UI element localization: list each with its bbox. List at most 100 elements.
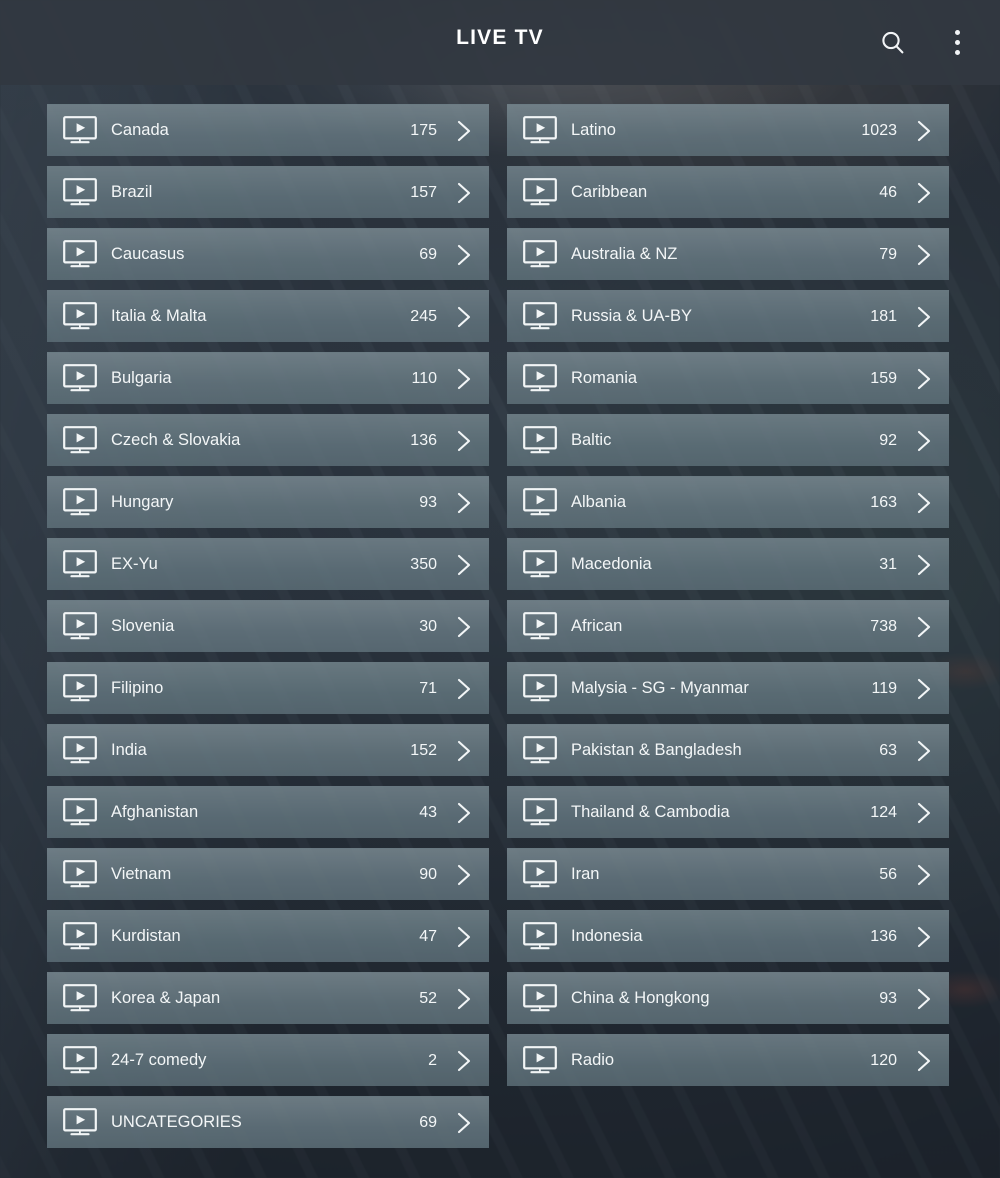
chevron-right-icon[interactable] <box>453 303 475 331</box>
search-button[interactable] <box>872 22 914 64</box>
chevron-right-icon[interactable] <box>453 675 475 703</box>
chevron-right-icon[interactable] <box>453 179 475 207</box>
page-title: LIVE TV <box>456 26 544 49</box>
chevron-right-icon[interactable] <box>913 737 935 765</box>
chevron-right-icon[interactable] <box>913 427 935 455</box>
category-row[interactable]: Caucasus 69 <box>47 228 489 280</box>
category-channel-count: 93 <box>879 989 897 1007</box>
chevron-right-icon[interactable] <box>453 365 475 393</box>
category-row[interactable]: Albania 163 <box>507 476 949 528</box>
category-row[interactable]: Pakistan & Bangladesh 63 <box>507 724 949 776</box>
chevron-right-icon[interactable] <box>453 489 475 517</box>
category-row[interactable]: Russia & UA-BY 181 <box>507 290 949 342</box>
category-row[interactable]: Australia & NZ 79 <box>507 228 949 280</box>
category-channel-count: 119 <box>871 679 897 697</box>
app-bar-actions <box>872 0 984 85</box>
chevron-right-icon[interactable] <box>453 861 475 889</box>
category-row[interactable]: Bulgaria 110 <box>47 352 489 404</box>
category-row[interactable]: African 738 <box>507 600 949 652</box>
chevron-right-icon[interactable] <box>913 365 935 393</box>
tv-play-icon <box>63 921 97 949</box>
category-row[interactable]: India 152 <box>47 724 489 776</box>
category-row[interactable]: 24-7 comedy 2 <box>47 1034 489 1086</box>
category-row[interactable]: Caribbean 46 <box>507 166 949 218</box>
chevron-right-icon[interactable] <box>913 489 935 517</box>
category-row[interactable]: Romania 159 <box>507 352 949 404</box>
chevron-right-icon[interactable] <box>913 923 935 951</box>
chevron-right-icon[interactable] <box>453 799 475 827</box>
tv-play-icon <box>63 487 97 515</box>
chevron-right-icon[interactable] <box>453 737 475 765</box>
category-row[interactable]: Iran 56 <box>507 848 949 900</box>
category-name: UNCATEGORIES <box>111 1113 242 1131</box>
tv-play-icon <box>523 859 557 887</box>
category-row[interactable]: Thailand & Cambodia 124 <box>507 786 949 838</box>
category-channel-count: 2 <box>428 1051 437 1069</box>
chevron-right-icon[interactable] <box>913 675 935 703</box>
category-name: Latino <box>571 121 616 139</box>
category-name: EX-Yu <box>111 555 158 573</box>
category-channel-count: 152 <box>410 741 437 759</box>
tv-play-icon <box>523 611 557 639</box>
chevron-right-icon[interactable] <box>453 1109 475 1137</box>
tv-play-icon <box>523 177 557 205</box>
category-row[interactable]: Indonesia 136 <box>507 910 949 962</box>
chevron-right-icon[interactable] <box>913 117 935 145</box>
category-channel-count: 46 <box>879 183 897 201</box>
category-channel-count: 159 <box>870 369 897 387</box>
chevron-right-icon[interactable] <box>913 179 935 207</box>
category-row[interactable]: Brazil 157 <box>47 166 489 218</box>
chevron-right-icon[interactable] <box>453 923 475 951</box>
category-row[interactable]: UNCATEGORIES 69 <box>47 1096 489 1148</box>
category-row[interactable]: Czech & Slovakia 136 <box>47 414 489 466</box>
category-row[interactable]: Kurdistan 47 <box>47 910 489 962</box>
category-column-right: Latino 1023 Caribbean 46 Australia & NZ … <box>507 104 949 1178</box>
chevron-right-icon[interactable] <box>913 551 935 579</box>
category-name: Caucasus <box>111 245 185 263</box>
category-row[interactable]: Macedonia 31 <box>507 538 949 590</box>
category-channel-count: 93 <box>419 493 437 511</box>
tv-play-icon <box>523 487 557 515</box>
chevron-right-icon[interactable] <box>453 1047 475 1075</box>
category-row[interactable]: Latino 1023 <box>507 104 949 156</box>
category-name: Kurdistan <box>111 927 181 945</box>
category-row[interactable]: Baltic 92 <box>507 414 949 466</box>
category-channel-count: 63 <box>879 741 897 759</box>
category-row[interactable]: Korea & Japan 52 <box>47 972 489 1024</box>
category-row[interactable]: Radio 120 <box>507 1034 949 1086</box>
category-name: Korea & Japan <box>111 989 221 1007</box>
chevron-right-icon[interactable] <box>913 1047 935 1075</box>
chevron-right-icon[interactable] <box>913 613 935 641</box>
chevron-right-icon[interactable] <box>913 799 935 827</box>
category-row[interactable]: China & Hongkong 93 <box>507 972 949 1024</box>
category-name: Albania <box>571 493 627 511</box>
category-channel-count: 90 <box>419 865 437 883</box>
chevron-right-icon[interactable] <box>453 613 475 641</box>
tv-play-icon <box>63 549 97 577</box>
chevron-right-icon[interactable] <box>913 861 935 889</box>
category-row[interactable]: Afghanistan 43 <box>47 786 489 838</box>
category-row[interactable]: Malysia - SG - Myanmar 119 <box>507 662 949 714</box>
tv-play-icon <box>63 177 97 205</box>
chevron-right-icon[interactable] <box>453 117 475 145</box>
category-row[interactable]: Italia & Malta 245 <box>47 290 489 342</box>
chevron-right-icon[interactable] <box>453 427 475 455</box>
overflow-menu-button[interactable] <box>936 22 978 64</box>
category-row[interactable]: Vietnam 90 <box>47 848 489 900</box>
chevron-right-icon[interactable] <box>453 241 475 269</box>
category-row[interactable]: Slovenia 30 <box>47 600 489 652</box>
category-channel-count: 56 <box>879 865 897 883</box>
more-vertical-icon <box>954 30 960 55</box>
category-channel-count: 136 <box>410 431 437 449</box>
category-row[interactable]: Canada 175 <box>47 104 489 156</box>
chevron-right-icon[interactable] <box>453 551 475 579</box>
category-row[interactable]: Filipino 71 <box>47 662 489 714</box>
category-channel-count: 43 <box>419 803 437 821</box>
chevron-right-icon[interactable] <box>913 985 935 1013</box>
category-row[interactable]: Hungary 93 <box>47 476 489 528</box>
chevron-right-icon[interactable] <box>913 241 935 269</box>
chevron-right-icon[interactable] <box>453 985 475 1013</box>
category-row[interactable]: EX-Yu 350 <box>47 538 489 590</box>
chevron-right-icon[interactable] <box>913 303 935 331</box>
tv-play-icon <box>523 797 557 825</box>
